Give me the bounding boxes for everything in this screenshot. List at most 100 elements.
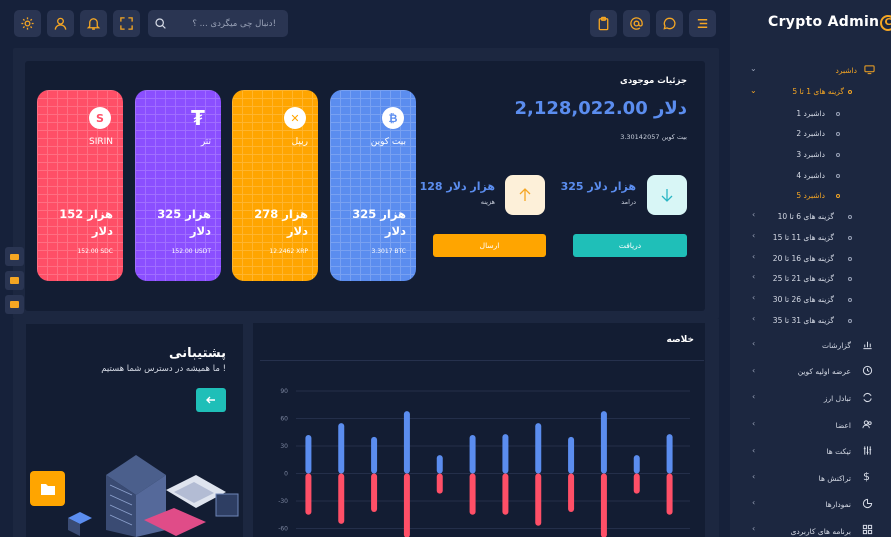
sidebar-group[interactable]: گزینه های 31 تا 35	[773, 316, 834, 325]
bar-negative[interactable]	[371, 473, 378, 513]
chat-icon[interactable]	[656, 10, 683, 37]
pie-chart-icon	[862, 498, 873, 509]
brand-logo[interactable]: Crypto Admin C	[768, 14, 891, 31]
sidebar-subitem[interactable]: داشبرد 4	[796, 171, 825, 180]
at-icon[interactable]	[623, 10, 650, 37]
sidebar-group[interactable]: گزینه های 21 تا 25	[773, 274, 834, 283]
search-placeholder: دنبال چی میگردی ... ؟!	[192, 18, 276, 29]
menu-icon[interactable]	[689, 10, 716, 37]
bullet-icon	[836, 153, 840, 157]
sidebar-group[interactable]: گزینه های 11 تا 15	[773, 233, 834, 242]
sidebar-item-dashboard[interactable]: داشبرد	[836, 66, 857, 75]
folder-icon[interactable]	[30, 471, 65, 506]
bar-positive[interactable]	[633, 455, 640, 474]
bell-icon[interactable]	[80, 10, 107, 37]
card-amount: 278 هزار دلار	[254, 207, 308, 238]
bar-positive[interactable]	[403, 411, 410, 474]
fullscreen-icon[interactable]	[113, 10, 140, 37]
expense-amount: 128 هزار دلار	[419, 180, 495, 193]
settings-icon[interactable]	[14, 10, 41, 37]
crypto-card-tether[interactable]: ₮ تتر 325 هزار دلار 152.00 USDT	[135, 90, 221, 281]
bar-positive[interactable]	[436, 455, 443, 474]
bar-positive[interactable]	[338, 423, 345, 474]
bar-negative[interactable]	[403, 473, 410, 537]
crypto-card-bitcoin[interactable]: ₿ بیت کوین 325 هزار دلار 3.3017 BTC	[330, 90, 416, 281]
sidebar-group[interactable]: گزینه های 16 تا 20	[773, 254, 834, 263]
bar-positive[interactable]	[666, 434, 673, 474]
bar-positive[interactable]	[371, 436, 378, 474]
top-bar: دنبال چی میگردی ... ؟!	[0, 0, 730, 48]
bar-negative[interactable]	[568, 473, 575, 513]
server-illustration	[68, 455, 239, 537]
bar-negative[interactable]	[600, 473, 607, 537]
sidebar-group[interactable]: گزینه های 6 تا 10	[778, 212, 834, 221]
sidebar-item-apps[interactable]: برنامه های کاربردی	[791, 527, 851, 536]
card-amount: 152 هزار دلار	[59, 207, 113, 238]
receive-button[interactable]: دریافت	[573, 234, 687, 257]
card-name: تتر	[200, 137, 211, 147]
income-amount: 325 هزار دلار	[560, 180, 636, 193]
coin-logo-icon: C	[880, 15, 891, 31]
search-input[interactable]: دنبال چی میگردی ... ؟!	[148, 10, 288, 37]
camera-icon[interactable]	[5, 247, 24, 266]
folder-icon[interactable]	[5, 295, 24, 314]
y-tick-label: 60	[280, 416, 288, 423]
card-name: ریپل	[291, 137, 308, 147]
bullet-icon	[848, 319, 852, 323]
crypto-card-ripple[interactable]: ✕ ریپل 278 هزار دلار 12.2462 XRP	[232, 90, 318, 281]
support-title: پشتیبانی	[169, 346, 226, 361]
sidebar-item-ico[interactable]: عرضه اولیه کوین	[798, 367, 851, 376]
bar-negative[interactable]	[666, 473, 673, 515]
support-arrow-button[interactable]	[196, 388, 226, 412]
sidebar-item-charts[interactable]: نمودارها	[825, 500, 851, 509]
bullet-icon	[848, 90, 852, 94]
bar-negative[interactable]	[469, 473, 476, 515]
bar-positive[interactable]	[305, 435, 312, 474]
bullet-icon	[848, 257, 852, 261]
bullet-icon	[848, 215, 852, 219]
bar-negative[interactable]	[436, 473, 443, 494]
clock-icon	[862, 365, 873, 376]
summary-chart: 90 60 30 0 -30 -60	[268, 380, 698, 537]
sidebar-item-members[interactable]: اعضا	[836, 421, 851, 430]
bar-positive[interactable]	[469, 435, 476, 474]
bullet-icon	[836, 132, 840, 136]
y-tick-label: 30	[280, 443, 288, 450]
bar-negative[interactable]	[535, 473, 542, 526]
bar-positive[interactable]	[600, 411, 607, 474]
bar-negative[interactable]	[633, 473, 640, 494]
send-button[interactable]: ارسال	[433, 234, 546, 257]
sidebar-group-1-5[interactable]: گزینه های 1 تا 5	[792, 87, 844, 96]
user-icon[interactable]	[47, 10, 74, 37]
sidebar-item-transactions[interactable]: تراکنش ها	[819, 474, 851, 483]
crypto-card-sirin[interactable]: S SIRIN 152 هزار دلار 152.00 SDC	[37, 90, 123, 281]
card-amount: 325 هزار دلار	[352, 207, 406, 238]
search-icon	[155, 18, 166, 29]
chevron-left-icon: ‹	[752, 339, 756, 348]
sidebar-subitem[interactable]: داشبرد 2	[796, 129, 825, 138]
bar-negative[interactable]	[305, 473, 312, 515]
chevron-left-icon: ‹	[752, 252, 756, 261]
bar-positive[interactable]	[535, 423, 542, 474]
sidebar-subitem[interactable]: داشبرد 3	[796, 150, 825, 159]
bar-positive[interactable]	[502, 434, 509, 474]
bitcoin-icon: ₿	[382, 107, 404, 129]
chart-icon	[863, 341, 872, 350]
summary-bar-chart: 90 60 30 0 -30 -60	[278, 388, 690, 537]
sidebar-item-tickets[interactable]: تیکت ها	[827, 447, 851, 456]
clipboard-icon[interactable]	[590, 10, 617, 37]
bullet-icon	[848, 277, 852, 281]
bar-negative[interactable]	[502, 473, 509, 515]
bullet-icon	[836, 194, 840, 198]
bar-positive[interactable]	[568, 436, 575, 474]
sidebar-item-exchange[interactable]: تبادل ارز	[824, 394, 851, 403]
sidebar-subitem-active[interactable]: داشبرد 5	[796, 191, 825, 200]
sidebar-subitem[interactable]: داشبرد 1	[796, 109, 825, 118]
sidebar: Crypto Admin C ⌄ داشبرد ⌄ گزینه های 1 تا …	[730, 0, 891, 537]
bar-negative[interactable]	[338, 473, 345, 524]
card-sub: 152.00 SDC	[77, 248, 113, 255]
sidebar-group[interactable]: گزینه های 26 تا 30	[773, 295, 834, 304]
card-sub: 152.00 USDT	[171, 248, 211, 255]
wallet-icon[interactable]	[5, 271, 24, 290]
sidebar-item-reports[interactable]: گزارشات	[822, 341, 851, 350]
